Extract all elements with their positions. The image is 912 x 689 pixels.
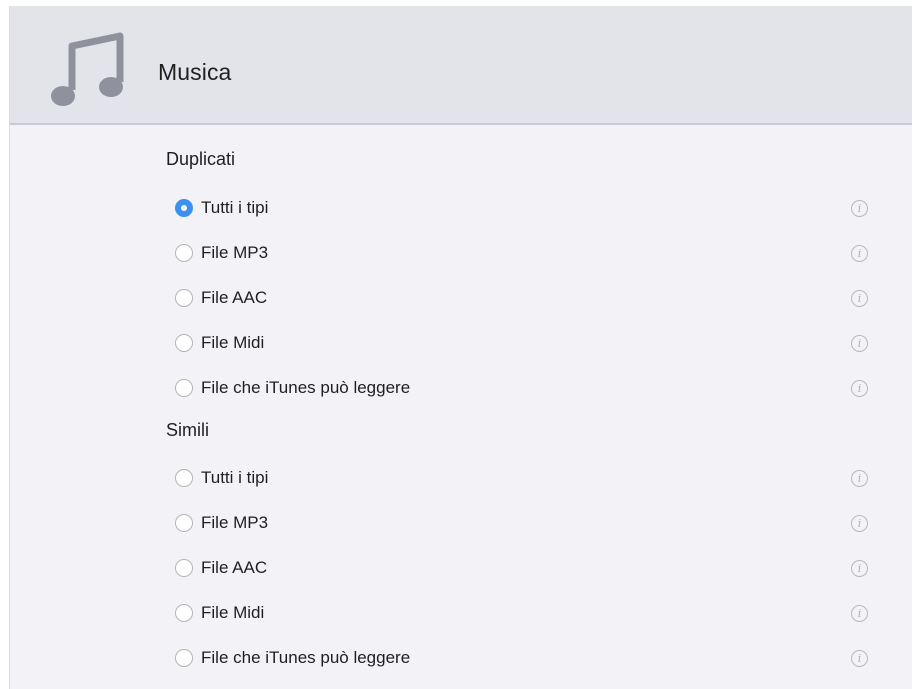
radio-option-label: File che iTunes può leggere: [201, 378, 411, 397]
radio-button[interactable]: [175, 604, 193, 622]
radio-option-duplicati-aac[interactable]: File AAC: [175, 285, 267, 311]
radio-button[interactable]: [175, 379, 193, 397]
info-icon[interactable]: i: [851, 605, 868, 622]
radio-option-duplicati-mp3[interactable]: File MP3: [175, 240, 268, 266]
radio-button[interactable]: [175, 559, 193, 577]
music-note-icon: [51, 32, 124, 106]
radio-button[interactable]: [175, 469, 193, 487]
section-title-duplicati: Duplicati: [166, 149, 236, 169]
info-icon[interactable]: i: [851, 290, 868, 307]
radio-option-label: File AAC: [201, 558, 268, 577]
radio-option-simili-mp3[interactable]: File MP3: [175, 510, 268, 536]
radio-option-label: Tutti i tipi: [201, 198, 269, 217]
info-icon[interactable]: i: [851, 515, 868, 532]
radio-option-duplicati-tutti[interactable]: Tutti i tipi: [175, 195, 268, 221]
info-icon[interactable]: i: [851, 470, 868, 487]
radio-option-label: File AAC: [201, 288, 268, 307]
radio-option-label: File MP3: [201, 513, 269, 532]
radio-button[interactable]: [175, 244, 193, 262]
info-icon[interactable]: i: [851, 560, 868, 577]
info-icon[interactable]: i: [851, 245, 868, 262]
info-icon[interactable]: i: [851, 200, 868, 217]
panel-header: Musica: [10, 6, 912, 125]
radio-button[interactable]: [175, 334, 193, 352]
radio-option-label: File Midi: [201, 333, 265, 352]
radio-button[interactable]: [175, 514, 193, 532]
radio-option-simili-itunes[interactable]: File che iTunes può leggere: [175, 645, 410, 671]
section-title-simili: Simili: [166, 420, 209, 440]
radio-option-label: Tutti i tipi: [201, 468, 269, 487]
music-settings-panel: Musica Duplicati Tutti i tipi i File MP3…: [9, 6, 912, 689]
radio-button[interactable]: [175, 649, 193, 667]
radio-option-simili-aac[interactable]: File AAC: [175, 555, 267, 581]
info-icon[interactable]: i: [851, 335, 868, 352]
radio-option-label: File MP3: [201, 243, 269, 262]
radio-option-simili-tutti[interactable]: Tutti i tipi: [175, 465, 268, 491]
panel-title: Musica: [158, 59, 232, 85]
radio-option-duplicati-midi[interactable]: File Midi: [175, 330, 264, 356]
radio-option-simili-midi[interactable]: File Midi: [175, 600, 264, 626]
radio-option-duplicati-itunes[interactable]: File che iTunes può leggere: [175, 375, 410, 401]
radio-option-label: File Midi: [201, 603, 265, 622]
radio-button[interactable]: [175, 199, 193, 217]
info-icon[interactable]: i: [851, 650, 868, 667]
radio-button[interactable]: [175, 289, 193, 307]
radio-option-label: File che iTunes può leggere: [201, 648, 411, 667]
info-icon[interactable]: i: [851, 380, 868, 397]
